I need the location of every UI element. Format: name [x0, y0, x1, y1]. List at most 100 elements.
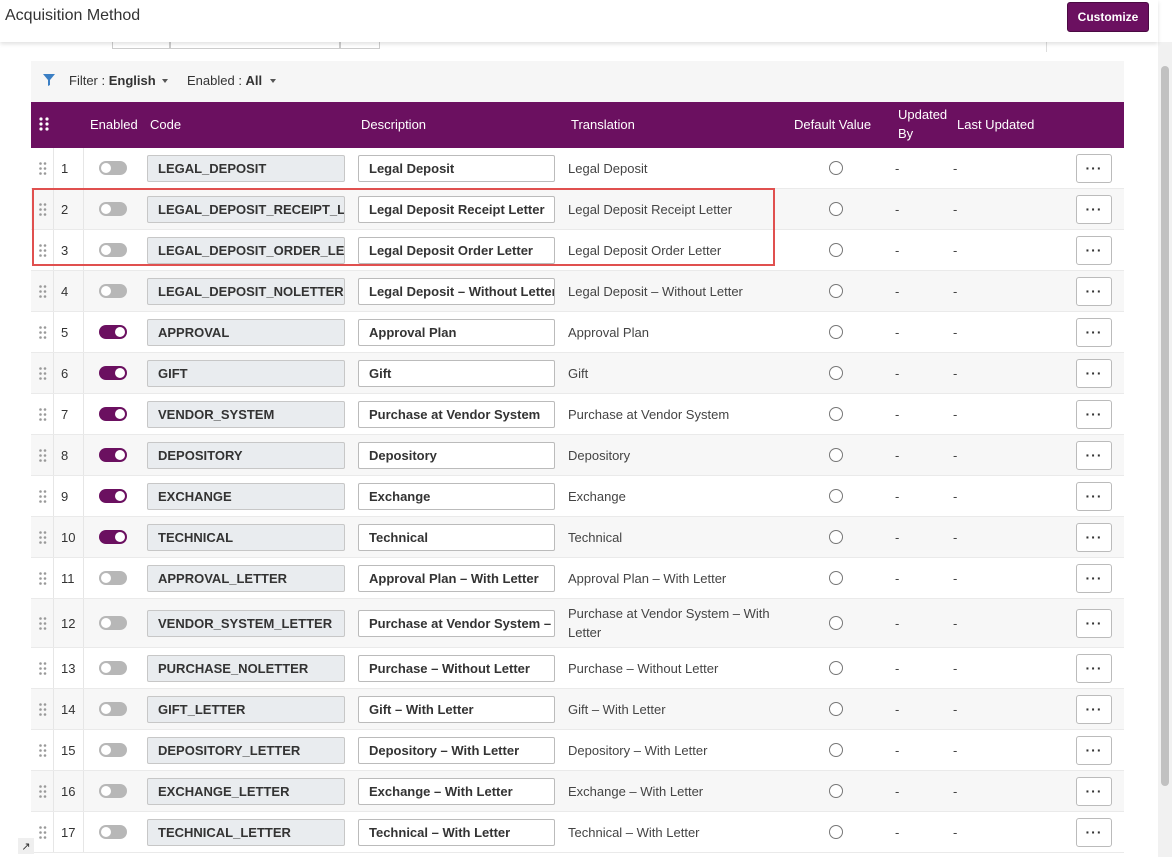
- enabled-toggle[interactable]: [99, 271, 127, 311]
- default-value-radio[interactable]: [829, 271, 843, 311]
- description-input[interactable]: Legal Deposit: [358, 154, 555, 182]
- description-input[interactable]: Gift: [358, 359, 555, 387]
- drag-handle-icon[interactable]: [39, 517, 47, 557]
- drag-handle-icon[interactable]: [39, 353, 47, 393]
- header-updated-by-line1[interactable]: Updated: [898, 107, 947, 122]
- description-input[interactable]: Technical – With Letter: [358, 818, 555, 846]
- more-actions-icon[interactable]: ···: [1076, 194, 1112, 224]
- drag-handle-icon[interactable]: [39, 271, 47, 311]
- toggle-switch[interactable]: [99, 702, 127, 716]
- drag-handle-icon[interactable]: [39, 189, 47, 229]
- scrollbar-thumb[interactable]: [1161, 66, 1169, 786]
- toggle-switch[interactable]: [99, 530, 127, 544]
- enabled-toggle[interactable]: [99, 648, 127, 688]
- enabled-filter[interactable]: Enabled : All: [187, 73, 262, 88]
- column-chooser-icon[interactable]: [39, 117, 49, 131]
- toggle-switch[interactable]: [99, 161, 127, 175]
- drag-handle-icon[interactable]: [39, 648, 47, 688]
- toggle-switch[interactable]: [99, 661, 127, 675]
- more-actions-icon[interactable]: ···: [1076, 694, 1112, 724]
- more-actions-icon[interactable]: ···: [1076, 817, 1112, 847]
- more-actions-icon[interactable]: ···: [1076, 653, 1112, 683]
- drag-handle-icon[interactable]: [39, 312, 47, 352]
- toggle-switch[interactable]: [99, 784, 127, 798]
- more-actions-icon[interactable]: ···: [1076, 563, 1112, 593]
- default-value-radio[interactable]: [829, 517, 843, 557]
- description-input[interactable]: Purchase at Vendor System: [358, 400, 555, 428]
- description-input[interactable]: Legal Deposit Receipt Letter: [358, 195, 555, 223]
- enabled-toggle[interactable]: [99, 689, 127, 729]
- toggle-switch[interactable]: [99, 571, 127, 585]
- enabled-toggle[interactable]: [99, 148, 127, 188]
- more-actions-icon[interactable]: ···: [1076, 522, 1112, 552]
- default-value-radio[interactable]: [829, 599, 843, 647]
- header-translation[interactable]: Translation: [571, 117, 635, 132]
- enabled-toggle[interactable]: [99, 730, 127, 770]
- default-value-radio[interactable]: [829, 312, 843, 352]
- enabled-toggle[interactable]: [99, 599, 127, 647]
- description-input[interactable]: Depository – With Letter: [358, 736, 555, 764]
- expand-icon[interactable]: ↗: [18, 838, 34, 854]
- toggle-switch[interactable]: [99, 825, 127, 839]
- enabled-toggle[interactable]: [99, 312, 127, 352]
- toggle-switch[interactable]: [99, 284, 127, 298]
- default-value-radio[interactable]: [829, 189, 843, 229]
- description-input[interactable]: Technical: [358, 523, 555, 551]
- enabled-toggle[interactable]: [99, 394, 127, 434]
- drag-handle-icon[interactable]: [39, 435, 47, 475]
- drag-handle-icon[interactable]: [39, 599, 47, 647]
- more-actions-icon[interactable]: ···: [1076, 317, 1112, 347]
- toggle-switch[interactable]: [99, 743, 127, 757]
- header-description[interactable]: Description: [361, 117, 426, 132]
- chevron-down-icon[interactable]: [270, 79, 276, 83]
- drag-handle-icon[interactable]: [39, 730, 47, 770]
- enabled-toggle[interactable]: [99, 476, 127, 516]
- drag-handle-icon[interactable]: [39, 771, 47, 811]
- header-last-updated[interactable]: Last Updated: [957, 117, 1034, 132]
- toggle-switch[interactable]: [99, 407, 127, 421]
- description-input[interactable]: Gift – With Letter: [358, 695, 555, 723]
- more-actions-icon[interactable]: ···: [1076, 776, 1112, 806]
- toggle-switch[interactable]: [99, 489, 127, 503]
- toggle-switch[interactable]: [99, 325, 127, 339]
- enabled-toggle[interactable]: [99, 771, 127, 811]
- enabled-toggle[interactable]: [99, 353, 127, 393]
- default-value-radio[interactable]: [829, 230, 843, 270]
- description-input[interactable]: Exchange – With Letter: [358, 777, 555, 805]
- description-input[interactable]: Purchase at Vendor System – With Letter: [358, 609, 555, 637]
- drag-handle-icon[interactable]: [39, 394, 47, 434]
- enabled-toggle[interactable]: [99, 558, 127, 598]
- default-value-radio[interactable]: [829, 476, 843, 516]
- drag-handle-icon[interactable]: [39, 812, 47, 852]
- more-actions-icon[interactable]: ···: [1076, 608, 1112, 638]
- more-actions-icon[interactable]: ···: [1076, 735, 1112, 765]
- description-input[interactable]: Exchange: [358, 482, 555, 510]
- more-actions-icon[interactable]: ···: [1076, 153, 1112, 183]
- more-actions-icon[interactable]: ···: [1076, 235, 1112, 265]
- more-actions-icon[interactable]: ···: [1076, 440, 1112, 470]
- customize-button[interactable]: Customize: [1067, 2, 1149, 32]
- chevron-down-icon[interactable]: [162, 79, 168, 83]
- description-input[interactable]: Depository: [358, 441, 555, 469]
- drag-handle-icon[interactable]: [39, 148, 47, 188]
- toggle-switch[interactable]: [99, 448, 127, 462]
- default-value-radio[interactable]: [829, 730, 843, 770]
- enabled-toggle[interactable]: [99, 230, 127, 270]
- language-filter[interactable]: Filter : English: [69, 73, 156, 88]
- toggle-switch[interactable]: [99, 243, 127, 257]
- default-value-radio[interactable]: [829, 353, 843, 393]
- default-value-radio[interactable]: [829, 771, 843, 811]
- default-value-radio[interactable]: [829, 812, 843, 852]
- default-value-radio[interactable]: [829, 394, 843, 434]
- toggle-switch[interactable]: [99, 616, 127, 630]
- header-updated-by-line2[interactable]: By: [898, 126, 913, 141]
- header-default-value[interactable]: Default Value: [794, 117, 871, 132]
- description-input[interactable]: Legal Deposit Order Letter: [358, 236, 555, 264]
- enabled-toggle[interactable]: [99, 517, 127, 557]
- toggle-switch[interactable]: [99, 202, 127, 216]
- enabled-toggle[interactable]: [99, 435, 127, 475]
- description-input[interactable]: Purchase – Without Letter: [358, 654, 555, 682]
- default-value-radio[interactable]: [829, 689, 843, 729]
- more-actions-icon[interactable]: ···: [1076, 276, 1112, 306]
- more-actions-icon[interactable]: ···: [1076, 358, 1112, 388]
